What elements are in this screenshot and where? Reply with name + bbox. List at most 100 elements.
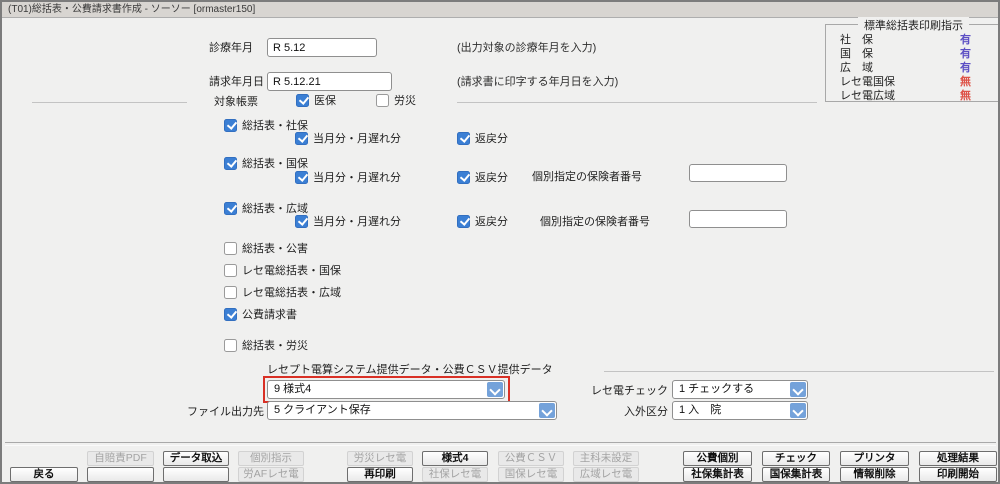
checkbox-icon [457,214,470,228]
checkbox-icon [296,93,309,107]
panel-row-shaho: 社 保有 [840,31,998,46]
chevron-down-icon[interactable] [790,403,806,418]
window-title: (T01)総括表・公費請求書作成 - ソーソー [ormaster150] [8,4,256,15]
checkbox-soukatsu-kokuho[interactable]: 総括表・国保 [224,156,308,170]
blank-button-2[interactable] [163,467,229,482]
print-start-button[interactable]: 印刷開始 [919,467,997,482]
target-forms-label: 対象帳票 [214,96,258,108]
checkbox-label: 公費請求書 [242,309,297,321]
back-button[interactable]: 戻る [10,467,78,482]
ro-af-receden-button: 労AFレセ電 [238,467,304,482]
kohi-csv-button: 公費ＣＳＶ [498,451,564,466]
shaho-summary-table-button[interactable]: 社保集計表 [683,467,752,482]
inout-category-select[interactable]: 1 入 院 [672,401,808,420]
chevron-down-icon[interactable] [487,382,503,397]
checkbox-icon [224,285,237,299]
reprint-button[interactable]: 再印刷 [347,467,413,482]
checkbox-icon [457,170,470,184]
checkbox-icon [295,214,308,228]
data-import-button[interactable]: データ取込 [163,451,229,466]
printer-button[interactable]: プリンタ [840,451,909,466]
checkbox-icon [224,307,237,321]
format-select[interactable]: 9 様式4 [267,380,505,399]
checkbox-label: 当月分・月遅れ分 [313,172,401,184]
chevron-down-icon[interactable] [790,382,806,397]
checkbox-icon [224,241,237,255]
shuka-misettei-button: 主科未設定 [573,451,639,466]
checkbox-label: 当月分・月遅れ分 [313,216,401,228]
checkbox-receden-soukatsu-kouiki[interactable]: レセ電総括表・広域 [224,285,341,299]
panel-row-receden-kokuho: レセ電国保無 [840,73,998,88]
panel-row-kokuho: 国 保有 [840,45,998,60]
receden-check-select[interactable]: 1 チェックする [672,380,808,399]
checkbox-soukatsu-kogai[interactable]: 総括表・公害 [224,241,308,255]
treatment-month-label: 診療年月 [209,42,253,54]
treatment-month-hint: (出力対象の診療年月を入力) [457,42,597,54]
kouiki-insurer-number-label: 個別指定の保険者番号 [540,216,650,228]
checkbox-label: 総括表・労災 [242,340,308,352]
yoshiki4-button[interactable]: 様式4 [422,451,488,466]
checkbox-shaho-returned[interactable]: 返戻分 [457,131,508,145]
checkbox-soukatsu-kouiki[interactable]: 総括表・広域 [224,201,308,215]
checkbox-label: レセ電総括表・国保 [242,265,341,277]
receden-check-label: レセ電チェック [591,385,668,397]
checkbox-label: 当月分・月遅れ分 [313,133,401,145]
app-window: (T01)総括表・公費請求書作成 - ソーソー [ormaster150] 標準… [0,0,1000,484]
kokuho-insurer-number-label: 個別指定の保険者番号 [532,171,642,183]
info-delete-button[interactable]: 情報削除 [840,467,909,482]
checkbox-label: 総括表・国保 [242,158,308,170]
checkbox-icon [295,131,308,145]
blank-button-1[interactable] [87,467,154,482]
standard-summary-print-panel: 標準総括表印刷指示 社 保有 国 保有 広 域有 レセ電国保無 レセ電広域無 [825,17,998,102]
checkbox-icon [224,201,237,215]
checkbox-shaho-current-month[interactable]: 当月分・月遅れ分 [295,131,401,145]
divider [604,371,994,372]
kouiki-insurer-number-input[interactable] [689,210,787,228]
checkbox-kokuho-returned[interactable]: 返戻分 [457,170,508,184]
divider [32,102,187,103]
checkbox-label: 総括表・公害 [242,243,308,255]
checkbox-icon [224,118,237,132]
rosai-receden-button: 労災レセ電 [347,451,413,466]
checkbox-kouiki-current-month[interactable]: 当月分・月遅れ分 [295,214,401,228]
checkbox-icon [224,263,237,277]
process-result-button[interactable]: 処理結果 [919,451,997,466]
file-output-label: ファイル出力先 [187,406,264,418]
inout-category-label: 入外区分 [624,406,668,418]
panel-row-receden-kouiki: レセ電広域無 [840,87,998,102]
chevron-down-icon[interactable] [539,403,555,418]
csv-section-title: レセプト電算システム提供データ・公費ＣＳＶ提供データ [267,364,553,376]
checkbox-receden-soukatsu-kokuho[interactable]: レセ電総括表・国保 [224,263,341,277]
checkbox-icon [376,93,389,107]
checkbox-soukatsu-rosai[interactable]: 総括表・労災 [224,338,308,352]
checkbox-kouiki-returned[interactable]: 返戻分 [457,214,508,228]
checkbox-label: 返戻分 [475,172,508,184]
kokuho-receden-button: 国保レセ電 [498,467,564,482]
checkbox-iho[interactable]: 医保 [296,93,336,107]
checkbox-icon [457,131,470,145]
panel-row-kouiki: 広 域有 [840,59,998,74]
checkbox-icon [224,338,237,352]
checkbox-label: 返戻分 [475,216,508,228]
checkbox-label: 労災 [394,95,416,107]
file-output-select[interactable]: 5 クライアント保存 [267,401,557,420]
checkbox-label: 医保 [314,95,336,107]
checkbox-soukatsu-shaho[interactable]: 総括表・社保 [224,118,308,132]
checkbox-label: レセ電総括表・広域 [242,287,341,299]
billing-date-input[interactable] [267,72,392,91]
kouiki-receden-button: 広域レセ電 [573,467,639,482]
check-button[interactable]: チェック [762,451,830,466]
checkbox-kohi-seikyusho[interactable]: 公費請求書 [224,307,297,321]
kokuho-insurer-number-input[interactable] [689,164,787,182]
treatment-month-input[interactable] [267,38,377,57]
checkbox-rosai[interactable]: 労災 [376,93,416,107]
bottom-divider [5,442,996,446]
checkbox-label: 返戻分 [475,133,508,145]
kokuho-summary-table-button[interactable]: 国保集計表 [762,467,830,482]
title-bar: (T01)総括表・公費請求書作成 - ソーソー [ormaster150] [2,2,998,18]
kohi-kobetsu-button[interactable]: 公費個別 [683,451,752,466]
checkbox-kokuho-current-month[interactable]: 当月分・月遅れ分 [295,170,401,184]
checkbox-icon [295,170,308,184]
individual-instruction-button: 個別指示 [238,451,304,466]
divider [457,102,817,103]
